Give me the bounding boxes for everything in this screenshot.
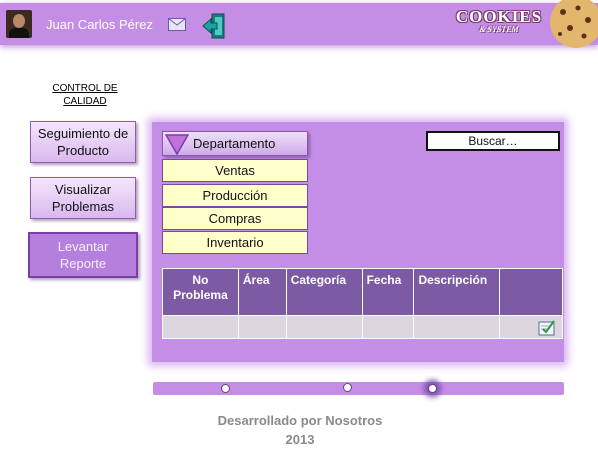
- department-dropdown-label: Departamento: [193, 136, 276, 151]
- footer-credit: Desarrollado por Nosotros: [217, 413, 383, 428]
- column-header-actions: [499, 268, 563, 316]
- nav-seguimiento-producto-button[interactable]: Seguimiento de Producto: [30, 121, 136, 163]
- app-logo: COOKIES & SYSTEM: [455, 7, 543, 34]
- edit-check-icon[interactable]: [538, 320, 556, 336]
- problems-table: No Problema Área Categoría Fecha Descripc…: [162, 268, 563, 339]
- cell-actions: [499, 315, 563, 339]
- user-name: Juan Carlos Pérez: [46, 17, 153, 32]
- dropdown-option-produccion[interactable]: Producción: [162, 184, 308, 207]
- exit-door-icon[interactable]: [202, 12, 228, 40]
- pagination-dot-3-active[interactable]: [428, 384, 437, 393]
- dropdown-option-inventario[interactable]: Inventario: [162, 231, 308, 254]
- cookie-icon: [550, 0, 598, 48]
- pagination-dot-2[interactable]: [343, 383, 352, 392]
- cell-no-problema: [162, 315, 239, 339]
- cell-descripcion: [413, 315, 501, 339]
- nav-visualizar-problemas-button[interactable]: Visualizar Problemas: [30, 177, 136, 219]
- table-row: [162, 315, 563, 339]
- column-header-fecha: Fecha: [361, 268, 415, 316]
- envelope-icon[interactable]: [168, 18, 186, 31]
- pagination-dot-1[interactable]: [221, 384, 230, 393]
- footer-year: 2013: [285, 432, 315, 447]
- column-header-area: Área: [237, 268, 287, 316]
- pagination-track: [153, 382, 564, 395]
- column-header-descripcion: Descripción: [413, 268, 501, 316]
- footer: Desarrollado por Nosotros 2013: [150, 411, 450, 449]
- department-dropdown[interactable]: Departamento: [162, 131, 308, 156]
- column-header-categoria: Categoría: [285, 268, 363, 316]
- nav-levantar-reporte-button[interactable]: Levantar Reporte: [28, 232, 138, 278]
- triangle-down-icon: [165, 133, 189, 155]
- dropdown-option-compras[interactable]: Compras: [162, 207, 308, 230]
- search-box[interactable]: Buscar…: [426, 131, 560, 151]
- column-header-no-problema: No Problema: [162, 268, 239, 316]
- user-avatar: [6, 10, 32, 38]
- section-title: CONTROL DE CALIDAD: [52, 83, 118, 107]
- cell-fecha: [361, 315, 415, 339]
- dropdown-option-ventas[interactable]: Ventas: [162, 159, 308, 182]
- cell-area: [237, 315, 287, 339]
- cell-categoria: [285, 315, 363, 339]
